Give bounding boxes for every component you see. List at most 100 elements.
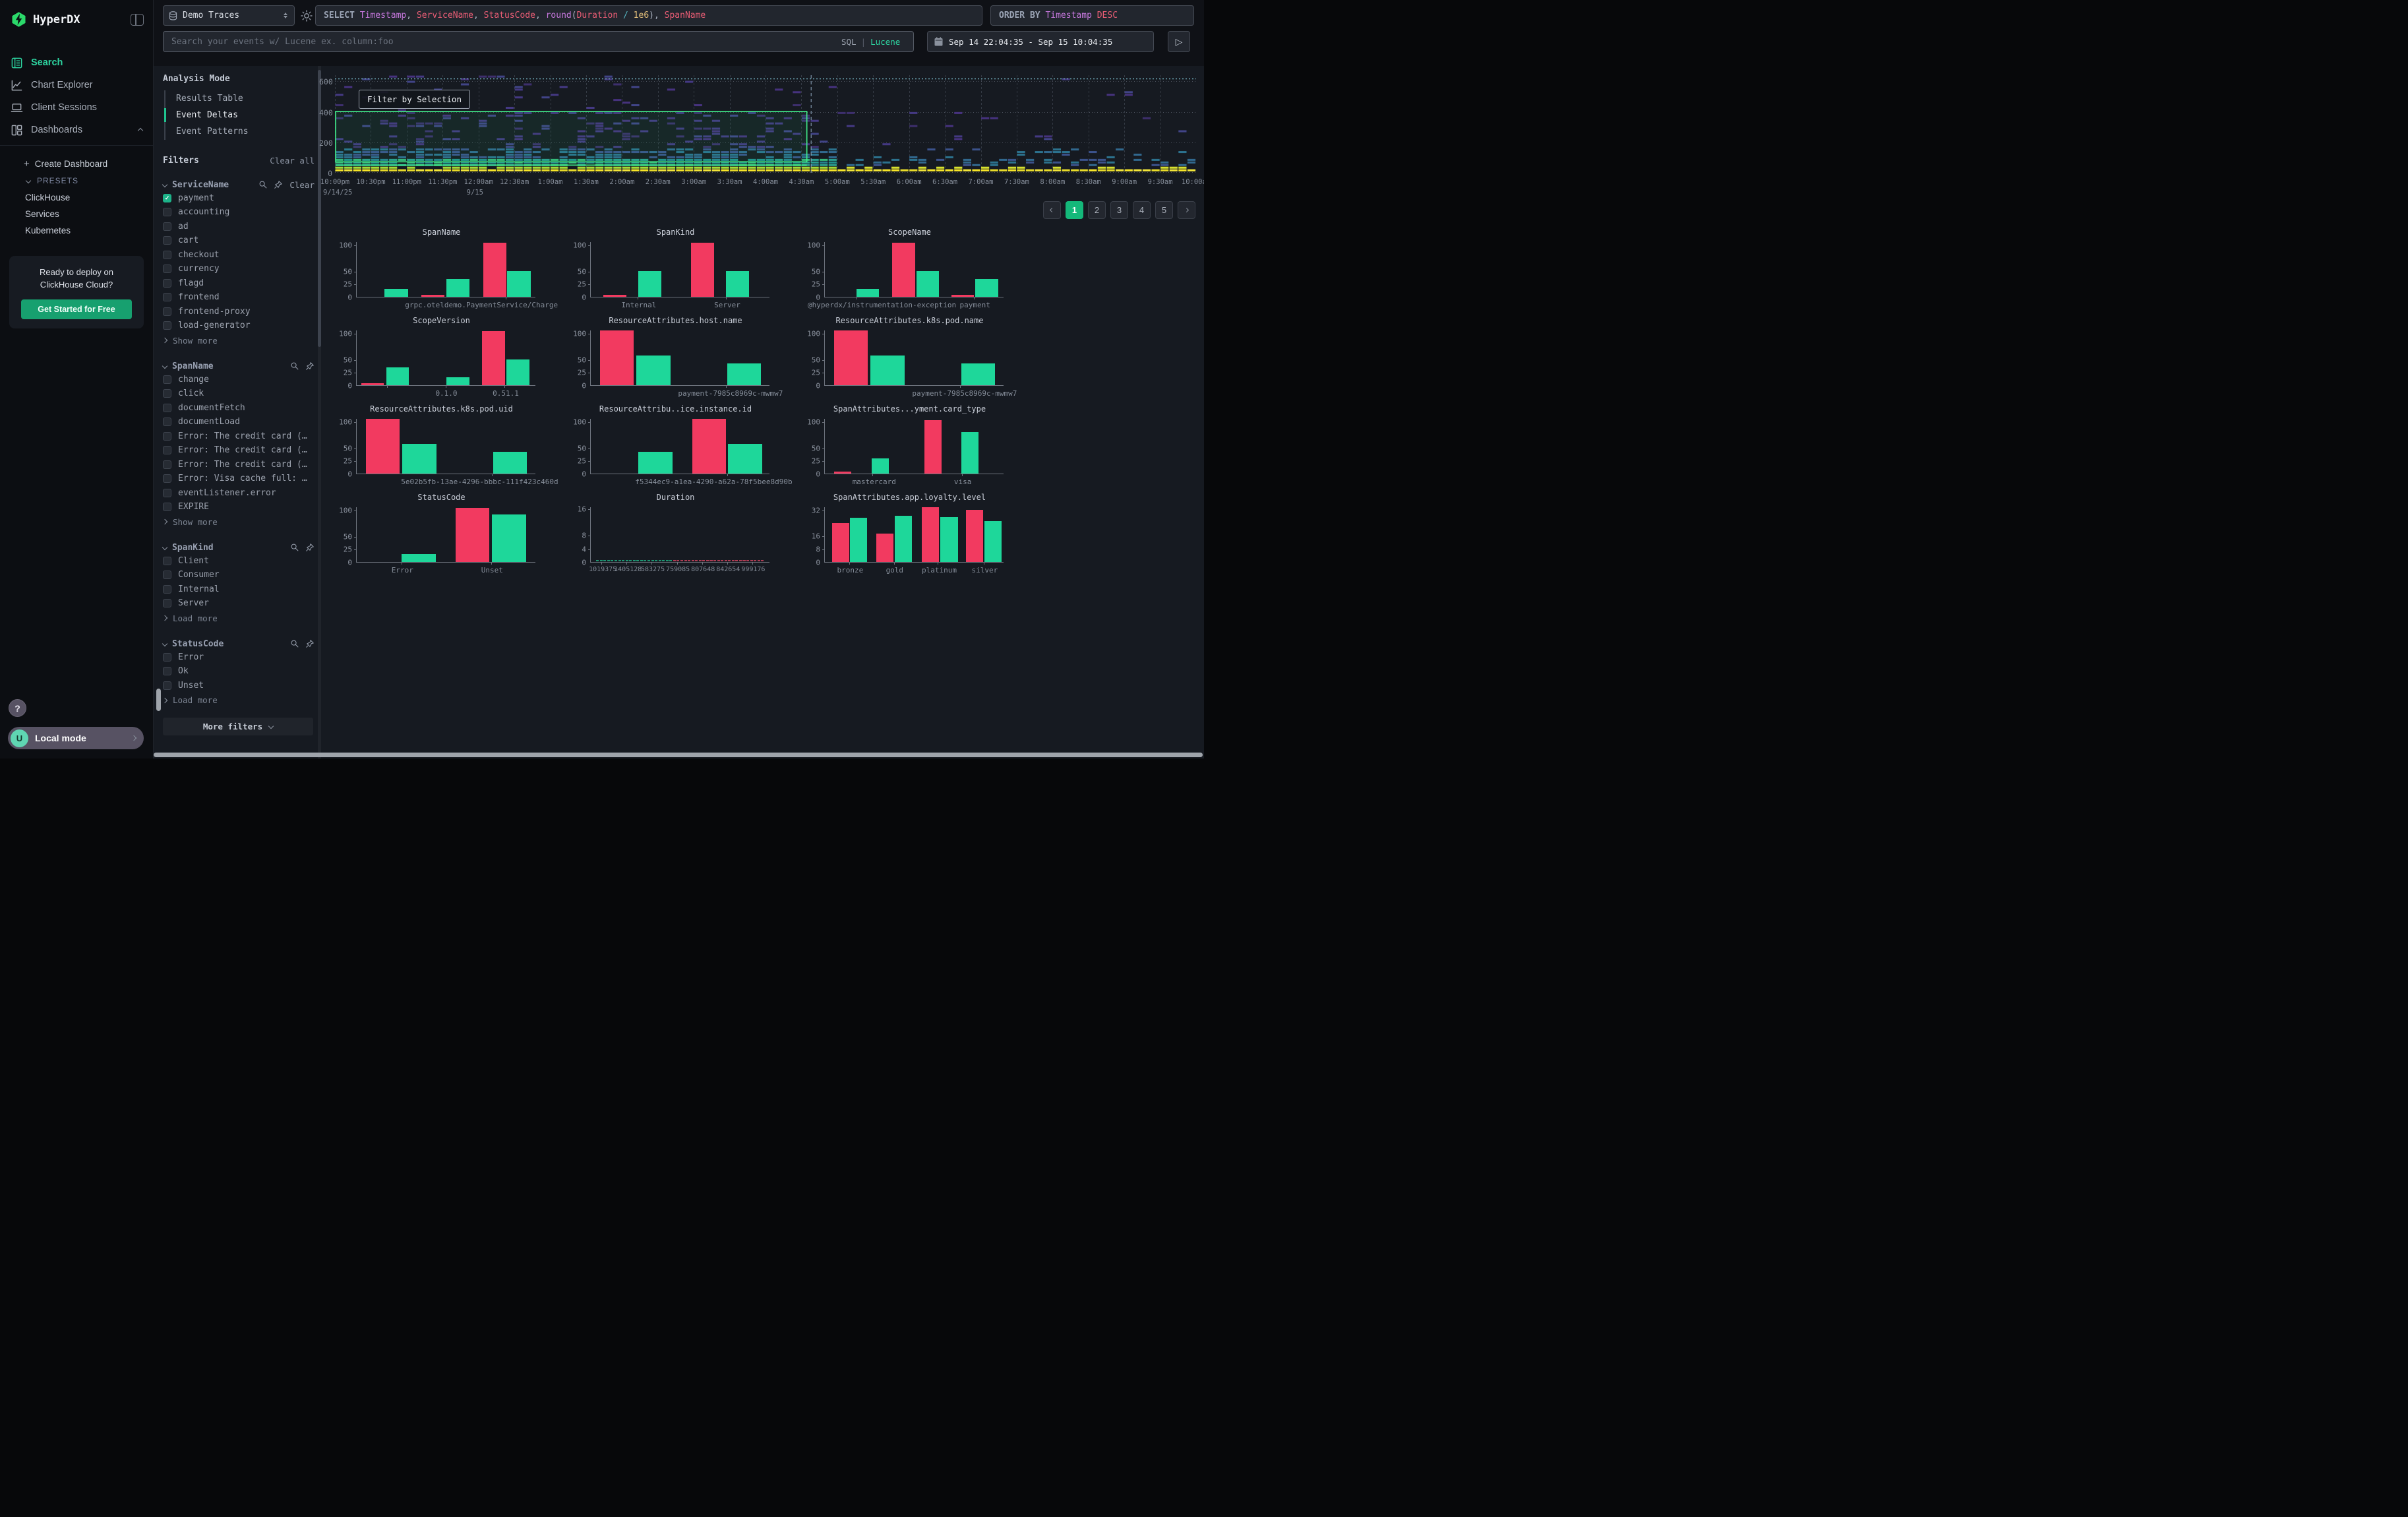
source-select[interactable]: Demo Traces: [163, 5, 295, 26]
filter-option-payment[interactable]: ✓payment: [163, 191, 315, 205]
gear-icon[interactable]: [300, 9, 313, 22]
filter-option-error-visa-cache-full-[interactable]: Error: Visa cache full: …: [163, 472, 315, 485]
filter-option-server[interactable]: Server: [163, 596, 315, 610]
checkbox[interactable]: [163, 474, 171, 483]
local-mode-menu[interactable]: U Local mode: [8, 727, 144, 749]
filter-group-header-statuscode[interactable]: StatusCode: [163, 638, 315, 650]
group-search-icon[interactable]: [290, 639, 299, 648]
checkbox[interactable]: [163, 571, 171, 579]
filter-option-client[interactable]: Client: [163, 554, 315, 568]
checkbox[interactable]: [163, 404, 171, 412]
create-dashboard-link[interactable]: +Create Dashboard: [0, 155, 153, 172]
filter-option-eventlistener-error[interactable]: eventListener.error: [163, 486, 315, 500]
analysis-mode-event-deltas[interactable]: Event Deltas: [166, 107, 315, 123]
checkbox[interactable]: [163, 557, 171, 565]
lang-lucene-option[interactable]: Lucene: [870, 37, 900, 47]
filter-option-change[interactable]: change: [163, 373, 315, 387]
clear-all-filters-link[interactable]: Clear all: [270, 156, 315, 166]
filter-option-cart[interactable]: cart: [163, 233, 315, 247]
group-search-icon[interactable]: [290, 361, 299, 371]
filter-option-internal[interactable]: Internal: [163, 582, 315, 596]
filter-option-checkout[interactable]: checkout: [163, 248, 315, 262]
filter-option-error-the-credit-card-[interactable]: Error: The credit card (…: [163, 429, 315, 443]
checkbox[interactable]: [163, 418, 171, 426]
checkbox[interactable]: [163, 389, 171, 398]
lang-sql-option[interactable]: SQL: [841, 37, 857, 47]
analysis-mode-results-table[interactable]: Results Table: [166, 90, 315, 107]
filter-option-currency[interactable]: currency: [163, 262, 315, 276]
checkbox[interactable]: [163, 432, 171, 441]
sidebar-item-dashboards[interactable]: Dashboards: [0, 119, 153, 141]
sidebar-item-search[interactable]: Search: [0, 51, 153, 74]
group-show-more-link[interactable]: Show more: [163, 515, 315, 528]
filter-by-selection-button[interactable]: Filter by Selection: [359, 90, 470, 109]
checkbox[interactable]: [163, 585, 171, 594]
filter-group-header-spanname[interactable]: SpanName: [163, 360, 315, 372]
presets-toggle[interactable]: PRESETS: [0, 172, 153, 189]
filter-option-frontend-proxy[interactable]: frontend-proxy: [163, 305, 315, 319]
checkbox[interactable]: [163, 279, 171, 288]
checkbox[interactable]: [163, 681, 171, 690]
page-button-1[interactable]: 1: [1066, 201, 1083, 219]
filter-option-error-the-credit-card-[interactable]: Error: The credit card (…: [163, 443, 315, 457]
checkbox[interactable]: [163, 208, 171, 216]
checkbox[interactable]: [163, 321, 171, 330]
checkbox[interactable]: [163, 653, 171, 662]
search-input[interactable]: [163, 31, 914, 52]
checkbox[interactable]: [163, 307, 171, 316]
checkbox[interactable]: [163, 460, 171, 469]
filter-option-ok[interactable]: Ok: [163, 664, 315, 678]
preset-item-kubernetes[interactable]: Kubernetes: [0, 222, 153, 239]
checkbox[interactable]: [163, 375, 171, 384]
filter-option-unset[interactable]: Unset: [163, 679, 315, 693]
group-search-icon[interactable]: [290, 543, 299, 552]
run-query-button[interactable]: ▷: [1168, 31, 1190, 52]
filter-option-consumer[interactable]: Consumer: [163, 568, 315, 582]
page-button-5[interactable]: 5: [1155, 201, 1173, 219]
filter-group-header-servicename[interactable]: ServiceNameClear: [163, 179, 315, 191]
sidebar-item-chart-explorer[interactable]: Chart Explorer: [0, 74, 153, 96]
filter-option-error[interactable]: Error: [163, 650, 315, 664]
page-next-button[interactable]: [1178, 201, 1195, 219]
filter-option-documentload[interactable]: documentLoad: [163, 415, 315, 429]
filter-option-expire[interactable]: EXPIRE: [163, 500, 315, 514]
checkbox[interactable]: [163, 264, 171, 273]
sidebar-collapse-icon[interactable]: [131, 14, 144, 26]
page-prev-button[interactable]: [1043, 201, 1061, 219]
checkbox[interactable]: [163, 503, 171, 511]
checkbox[interactable]: [163, 599, 171, 607]
date-range-picker[interactable]: Sep 14 22:04:35 - Sep 15 10:04:35: [927, 31, 1154, 52]
group-show-more-link[interactable]: Show more: [163, 334, 315, 347]
checkbox[interactable]: [163, 293, 171, 301]
filter-option-accounting[interactable]: accounting: [163, 205, 315, 219]
group-load-more-link[interactable]: Load more: [163, 694, 315, 707]
group-pin-icon[interactable]: [305, 361, 315, 371]
order-by-input[interactable]: ORDER BY Timestamp DESC: [990, 5, 1194, 26]
group-pin-icon[interactable]: [274, 180, 283, 189]
page-button-4[interactable]: 4: [1133, 201, 1151, 219]
checkbox[interactable]: [163, 667, 171, 675]
checkbox[interactable]: [163, 489, 171, 497]
horizontal-scrollbar[interactable]: [154, 753, 1203, 757]
group-load-more-link[interactable]: Load more: [163, 611, 315, 625]
sql-select-input[interactable]: SELECT Timestamp, ServiceName, StatusCod…: [315, 5, 982, 26]
filter-option-load-generator[interactable]: load-generator: [163, 319, 315, 332]
preset-item-services[interactable]: Services: [0, 206, 153, 222]
help-button[interactable]: ?: [9, 699, 26, 717]
page-button-2[interactable]: 2: [1088, 201, 1106, 219]
checkbox[interactable]: [163, 251, 171, 259]
group-pin-icon[interactable]: [305, 543, 315, 552]
page-button-3[interactable]: 3: [1110, 201, 1128, 219]
filter-option-ad[interactable]: ad: [163, 220, 315, 233]
checkbox[interactable]: [163, 236, 171, 245]
filter-option-documentfetch[interactable]: documentFetch: [163, 401, 315, 415]
checkbox[interactable]: [163, 222, 171, 231]
sidebar-item-client-sessions[interactable]: Client Sessions: [0, 96, 153, 119]
filter-option-frontend[interactable]: frontend: [163, 290, 315, 304]
group-search-icon[interactable]: [258, 180, 268, 189]
heatmap-plot[interactable]: Filter by Selection: [335, 75, 1196, 173]
vertical-scrollbar-thumb[interactable]: [156, 689, 161, 711]
checkbox[interactable]: ✓: [163, 194, 171, 202]
analysis-mode-event-patterns[interactable]: Event Patterns: [166, 123, 315, 140]
group-pin-icon[interactable]: [305, 639, 315, 648]
